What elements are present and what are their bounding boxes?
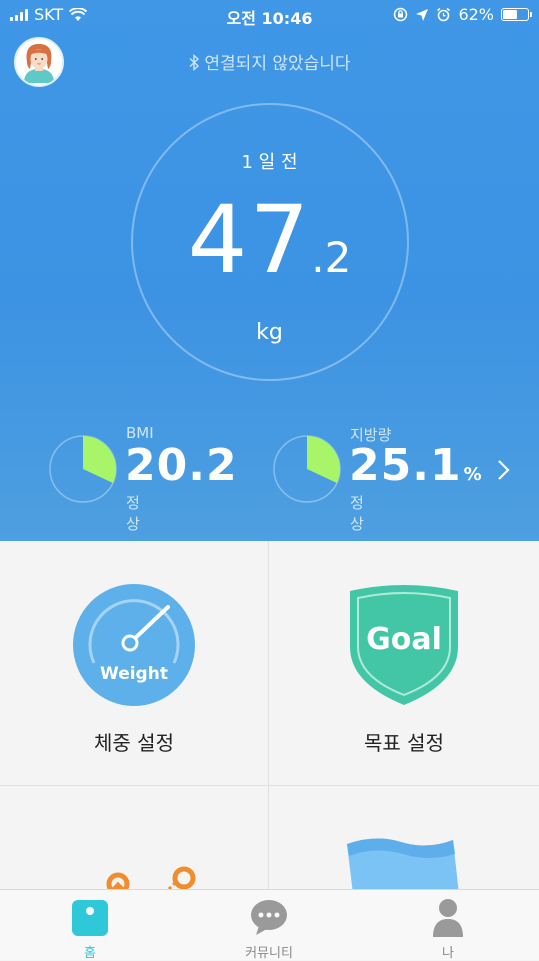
summary-panel: SKT 오전 10:46 62% 연결되지 않았습니다 1 일 전 47.2 k… — [0, 0, 539, 541]
scale-icon — [72, 900, 108, 936]
bmi-status: 정상 — [126, 494, 140, 533]
tab-me[interactable]: 나 — [388, 890, 508, 961]
bluetooth-icon — [189, 53, 200, 72]
tab-community[interactable]: 커뮤니티 — [209, 890, 329, 961]
chat-icon — [251, 900, 287, 935]
status-bar: SKT 오전 10:46 62% — [0, 0, 539, 30]
weight-value: 47.2 — [0, 186, 539, 295]
weight-unit: kg — [256, 320, 283, 345]
goal-setting-label: 목표 설정 — [364, 731, 444, 755]
goal-icon-text: Goal — [366, 622, 442, 657]
chevron-right-icon[interactable] — [496, 458, 512, 482]
tab-bar: 홈 커뮤니티 나 — [0, 889, 539, 961]
fat-value: 25.1% — [349, 440, 483, 491]
weight-icon-text: Weight — [100, 664, 168, 684]
tab-me-label: 나 — [442, 946, 454, 961]
orientation-lock-icon — [394, 7, 408, 22]
tab-community-label: 커뮤니티 — [245, 946, 293, 961]
measurement-time: 1 일 전 — [241, 152, 298, 173]
goal-shield-icon: Goal — [350, 585, 458, 705]
bmi-pie-chart — [49, 435, 117, 503]
graph-tile[interactable] — [0, 786, 269, 909]
connection-status: 연결되지 않았습니다 — [0, 49, 539, 74]
settings-grid: Weight 체중 설정 Goal 목표 설정 — [0, 541, 539, 909]
bmi-pie-slice — [83, 436, 117, 484]
weight-setting-tile[interactable]: Weight 체중 설정 — [0, 541, 269, 786]
weight-gauge-icon: Weight — [73, 584, 195, 706]
flag-tile[interactable] — [269, 786, 539, 894]
goal-setting-tile[interactable]: Goal 목표 설정 — [269, 541, 539, 786]
alarm-icon — [437, 7, 451, 22]
weight-integer: 47 — [187, 186, 312, 295]
fat-pie-slice — [307, 436, 341, 484]
battery-percent: 62% — [458, 5, 494, 24]
bluetooth-message: 연결되지 않았습니다 — [204, 54, 351, 74]
flag-icon — [347, 838, 459, 894]
person-icon — [433, 899, 463, 937]
bmi-value: 20.2 — [125, 440, 238, 491]
tab-home[interactable]: 홈 — [30, 890, 150, 961]
battery-icon — [501, 8, 532, 21]
weight-setting-label: 체중 설정 — [94, 731, 174, 755]
location-icon — [416, 8, 429, 21]
fat-status: 정상 — [350, 494, 364, 533]
tab-home-label: 홈 — [84, 946, 96, 961]
fat-pie-chart — [273, 435, 341, 503]
weight-decimal: .2 — [311, 233, 352, 282]
